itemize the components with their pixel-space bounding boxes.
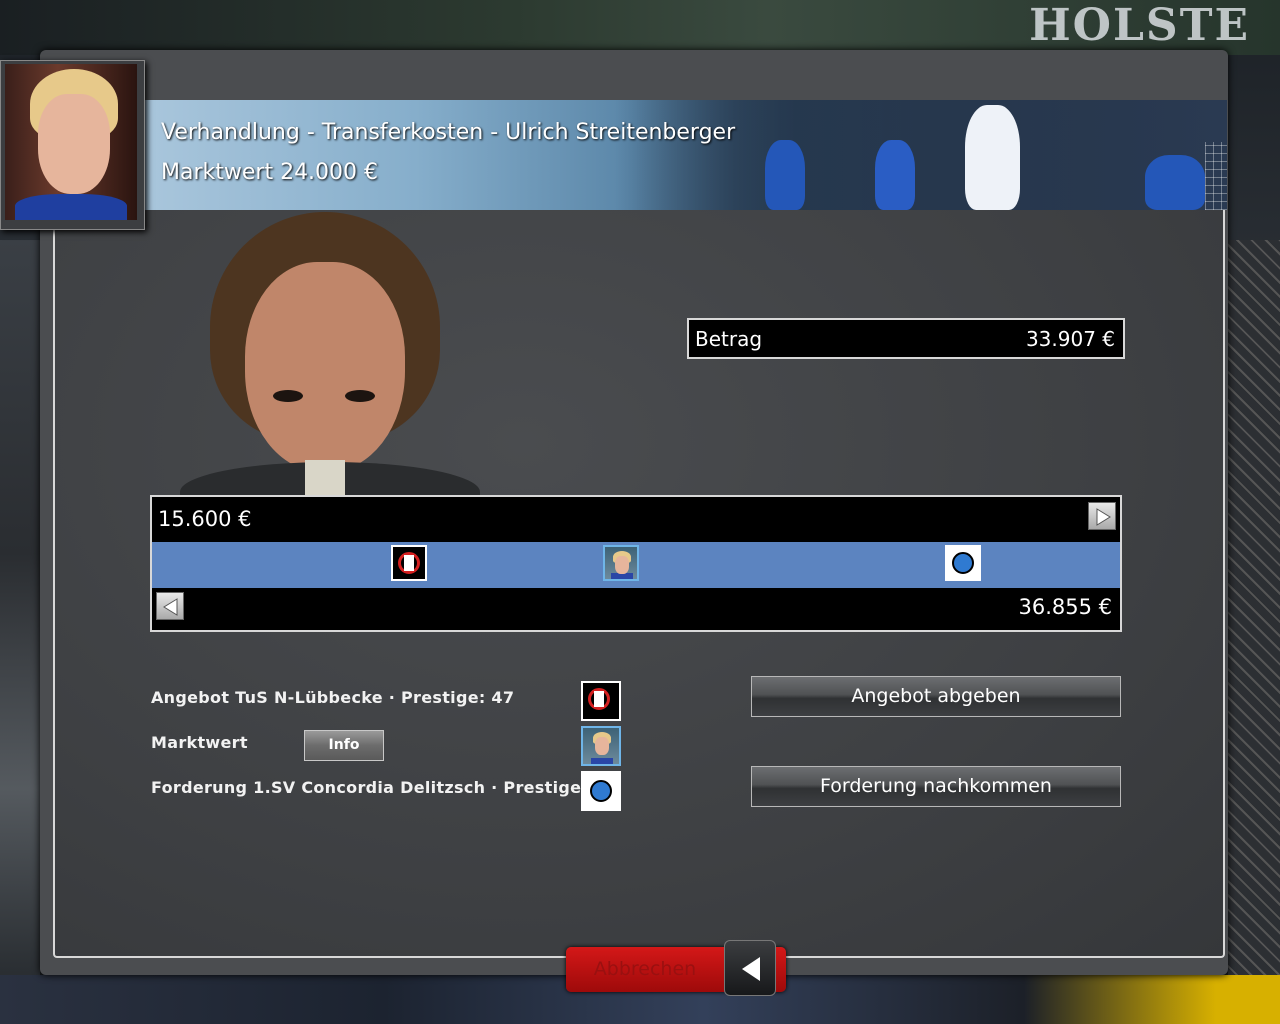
face-shirt <box>591 758 613 764</box>
face-skin <box>615 556 630 574</box>
slider-upper-value: 15.600 € <box>158 507 252 531</box>
marker-tus-n-luebbecke[interactable] <box>391 545 428 581</box>
marker-market-value[interactable] <box>603 545 640 581</box>
handball-action-photo <box>615 100 1227 210</box>
luebbecke-club-icon <box>581 681 621 721</box>
player-figure <box>875 140 915 210</box>
page-title: Verhandlung - Transferkosten - Ulrich St… <box>161 120 736 145</box>
back-arrow-icon <box>742 957 760 981</box>
agent-shirt <box>305 460 345 495</box>
face-skin <box>595 737 609 755</box>
player-face-icon <box>581 726 621 766</box>
luebbecke-logo-letter <box>404 555 415 571</box>
delitzsch-club-icon <box>581 771 621 811</box>
goal-net <box>1205 142 1227 210</box>
info-button[interactable]: Info <box>304 730 384 761</box>
accept-demand-button[interactable]: Forderung nachkommen <box>751 766 1121 807</box>
submit-offer-button[interactable]: Angebot abgeben <box>751 676 1121 717</box>
negotiation-slider[interactable]: 15.600 € 36.855 € <box>150 495 1122 632</box>
player-figure <box>965 105 1020 210</box>
arena-background-left <box>0 240 40 1024</box>
sponsor-banner-text: HOLSTE <box>1029 0 1250 51</box>
amount-value: 33.907 € <box>1025 326 1115 351</box>
amount-label: Betrag <box>695 326 763 351</box>
decrease-arrow-button[interactable] <box>156 592 184 620</box>
delitzsch-logo-icon <box>952 552 975 574</box>
arena-banner: HOLSTE <box>0 0 1280 55</box>
agent-eye <box>345 390 375 402</box>
arena-background-right <box>1228 240 1280 1024</box>
agent-eye <box>273 390 303 402</box>
amount-display: Betrag 33.907 € <box>687 318 1125 359</box>
demand-label: Forderung 1.SV Concordia Delitzsch · Pre… <box>151 778 617 797</box>
marker-concordia-delitzsch[interactable] <box>945 545 982 581</box>
header-banner <box>145 100 1227 210</box>
arrow-left-icon <box>163 598 178 616</box>
player-figure <box>765 140 805 210</box>
cancel-label: Abbrechen <box>593 958 697 980</box>
agent-face <box>245 262 405 472</box>
portrait-shirt <box>15 194 127 220</box>
arrow-right-icon <box>1096 508 1111 526</box>
back-button[interactable] <box>724 940 776 996</box>
slider-track[interactable] <box>152 542 1120 588</box>
player-portrait <box>5 64 137 220</box>
agent-portrait <box>180 212 480 495</box>
luebbecke-logo-letter <box>594 691 604 707</box>
delitzsch-logo-icon <box>590 780 612 802</box>
slider-lower-value: 36.855 € <box>1018 595 1112 619</box>
portrait-face <box>38 94 110 194</box>
market-value-label: Marktwert <box>151 733 248 752</box>
player-figure <box>1145 155 1205 210</box>
increase-arrow-button[interactable] <box>1088 502 1116 530</box>
market-value-subtitle: Marktwert 24.000 € <box>161 160 379 185</box>
offer-label: Angebot TuS N-Lübbecke · Prestige: 47 <box>151 688 515 707</box>
